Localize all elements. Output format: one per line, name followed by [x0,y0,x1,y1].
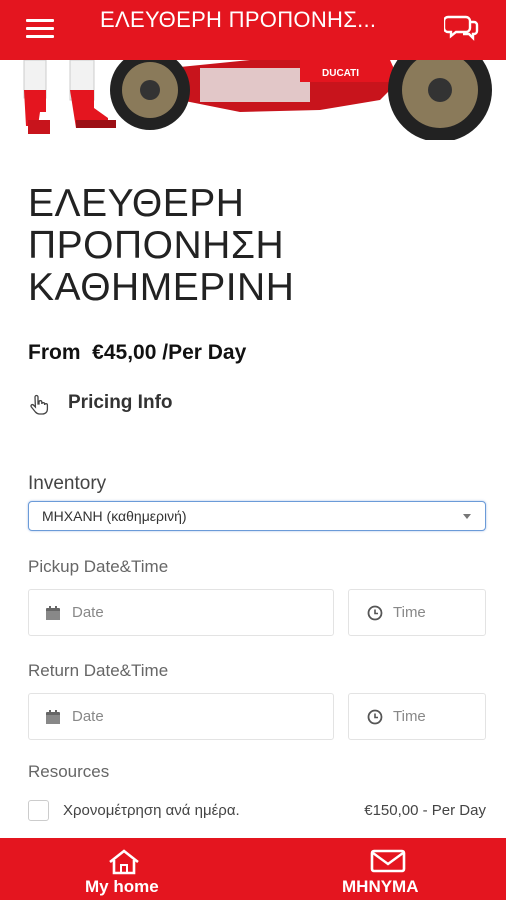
return-label: Return Date&Time [28,661,169,680]
resource-name: Χρονομέτρηση ανά ημέρα. [63,802,240,819]
app-bar-title: ΕΛΕΥΘΕΡΗ ΠΡΟΠΟΝΗΣ... [100,7,377,32]
nav-message-label: ΜΗΝΥΜΑ [342,877,419,896]
pointing-hand-icon [30,394,49,415]
pricing-info-label: Pricing Info [68,392,173,413]
pickup-time-field[interactable]: Time [348,589,486,636]
inventory-selected-value: ΜΗΧΑΝΗ (καθημερινή) [42,508,187,524]
page-title: ΕΛΕΥΘΕΡΗ ΠΡΟΠΟΝΗΣΗ ΚΑΘΗΜΕΡΙΝΗ [28,182,295,309]
envelope-icon [370,849,406,873]
pickup-time-placeholder: Time [393,604,426,621]
hero-image: DUCATI [0,60,506,140]
inventory-label: Inventory [28,473,107,494]
nav-my-home-label: My home [85,877,159,896]
pickup-date-field[interactable]: Date [28,589,334,636]
pickup-date-placeholder: Date [72,604,104,621]
nav-message[interactable]: ΜΗΝΥΜΑ [330,838,450,900]
ducati-logo: DUCATI [322,68,359,79]
top-app-bar: ΕΛΕΥΘΕΡΗ ΠΡΟΠΟΝΗΣ... [0,0,506,60]
nav-my-home[interactable]: My home [70,838,180,900]
pickup-label: Pickup Date&Time [28,557,169,576]
return-date-placeholder: Date [72,708,104,725]
clock-icon [367,605,383,621]
motorcycle-illustration: DUCATI [23,60,492,140]
calendar-icon [46,710,60,724]
return-time-field[interactable]: Time [348,693,486,740]
chevron-down-icon [463,514,471,519]
resources-label: Resources [28,762,110,781]
price-text: From €45,00 /Per Day [28,341,247,364]
hamburger-menu-icon[interactable] [26,19,54,41]
return-date-field[interactable]: Date [28,693,334,740]
chat-bubbles-icon[interactable] [442,12,480,42]
resource-checkbox[interactable] [28,800,49,821]
return-time-placeholder: Time [393,708,426,725]
calendar-icon [46,606,60,620]
home-icon [109,849,139,875]
resource-price: €150,00 - Per Day [364,802,486,819]
bottom-nav-bar: My home ΜΗΝΥΜΑ [0,838,506,900]
clock-icon [367,709,383,725]
inventory-select[interactable]: ΜΗΧΑΝΗ (καθημερινή) [28,501,486,531]
